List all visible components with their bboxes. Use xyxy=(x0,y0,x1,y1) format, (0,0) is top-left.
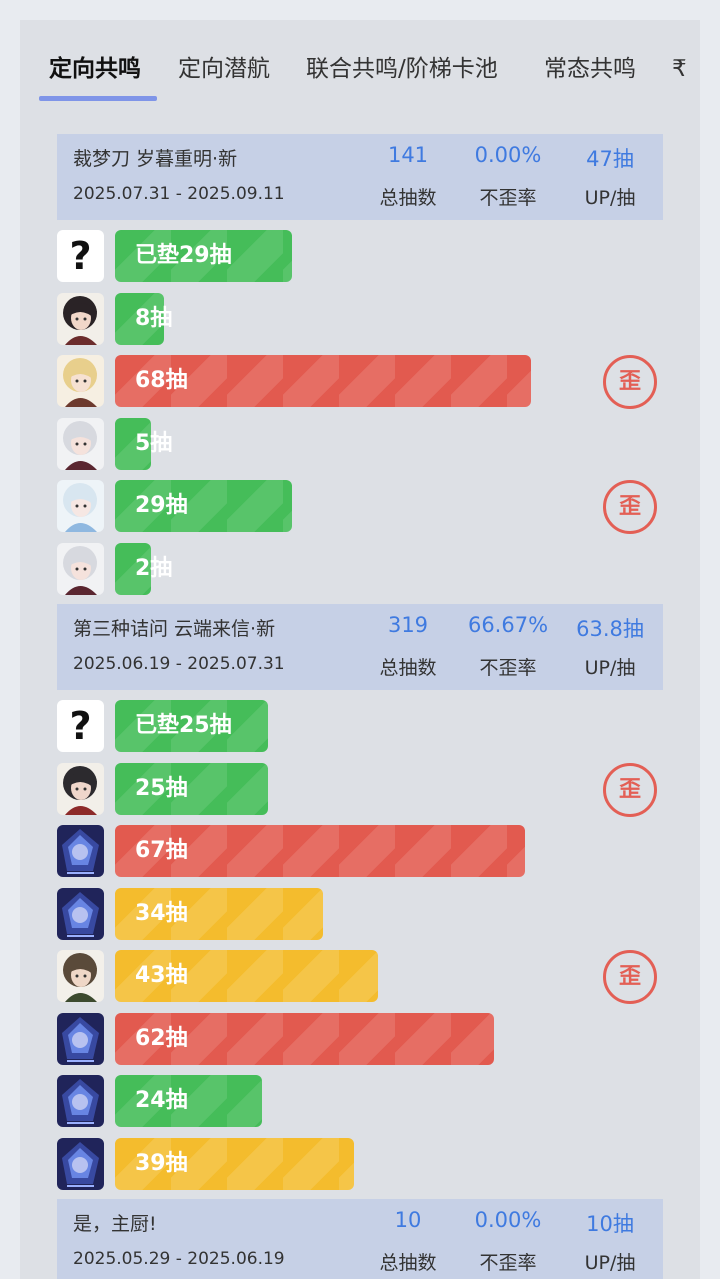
character-avatar xyxy=(57,1137,104,1190)
pull-count-label: 34抽 xyxy=(135,900,188,926)
total-pulls-value: 10 xyxy=(394,1208,422,1232)
pull-record-row[interactable]: 29抽 歪 xyxy=(57,480,663,534)
pull-count-label: 62抽 xyxy=(135,1025,188,1051)
pulls-per-up-value: 47抽 xyxy=(586,147,634,171)
pool-date-range: 2025.06.19 - 2025.07.31 xyxy=(73,654,285,674)
pull-record-row[interactable]: 68抽 歪 xyxy=(57,355,663,409)
pool-header[interactable]: 第三种诘问 云端来信·新 2025.06.19 - 2025.07.31 319 总抽… xyxy=(57,604,663,690)
pool-title: 是，主厨! xyxy=(73,1213,157,1235)
pulls-per-up-label: UP/抽 xyxy=(584,187,636,209)
total-pulls-label: 总抽数 xyxy=(379,1252,437,1274)
pull-record-row[interactable]: 43抽 歪 xyxy=(57,950,663,1004)
pull-record-row[interactable]: 62抽 xyxy=(57,1012,663,1066)
tab-targeted-dive[interactable]: 定向潜航 xyxy=(178,54,270,84)
pulls-per-up-value: 63.8抽 xyxy=(576,617,644,641)
pool-type-tabs: 定向共鸣 定向潜航 联合共鸣/阶梯卡池 常态共鸣 ₹ xyxy=(20,20,700,102)
active-tab-indicator xyxy=(39,96,157,101)
character-avatar xyxy=(57,950,104,1002)
tab-targeted-resonance[interactable]: 定向共鸣 xyxy=(49,54,141,84)
pull-count-label: 39抽 xyxy=(135,1150,188,1176)
no-off-rate-value: 66.67% xyxy=(467,613,549,637)
tab-standard-resonance[interactable]: 常态共鸣 xyxy=(544,54,636,84)
total-pulls-value: 141 xyxy=(387,143,429,167)
pull-record-row[interactable]: 67抽 xyxy=(57,825,663,878)
character-avatar xyxy=(57,355,104,407)
pulls-per-up-label: UP/抽 xyxy=(584,657,636,679)
tab-joint-resonance[interactable]: 联合共鸣/阶梯卡池 xyxy=(306,54,498,84)
pull-record-row[interactable]: 5抽 xyxy=(57,417,663,471)
pull-count-label: 24抽 xyxy=(135,1088,188,1113)
pull-count-label: 5抽 xyxy=(135,430,173,456)
total-pulls-label: 总抽数 xyxy=(379,187,437,209)
off-banner-badge: 歪 xyxy=(603,950,657,1004)
character-avatar xyxy=(57,825,104,877)
pull-record-row[interactable]: 8抽 xyxy=(57,292,663,346)
pool-date-range: 2025.07.31 - 2025.09.11 xyxy=(73,184,285,204)
pull-count-label: 已垫29抽 xyxy=(135,243,232,268)
pull-record-row[interactable]: ? 已垫29抽 xyxy=(57,230,663,283)
pull-count-label: 43抽 xyxy=(135,963,188,988)
tab-more-cutoff[interactable]: ₹ xyxy=(672,54,687,84)
character-avatar xyxy=(57,292,104,345)
character-avatar xyxy=(57,480,104,532)
pool-header[interactable]: 是，主厨! 2025.05.29 - 2025.06.19 10 总抽数 0.00% 不歪… xyxy=(57,1199,663,1279)
pull-count-label: 2抽 xyxy=(135,555,173,581)
off-banner-badge: 歪 xyxy=(603,762,657,817)
character-avatar xyxy=(57,887,104,940)
pull-count-label: 67抽 xyxy=(135,838,188,863)
pull-count-label: 68抽 xyxy=(135,368,188,393)
pull-record-row[interactable]: 2抽 xyxy=(57,542,663,596)
character-avatar xyxy=(57,1012,104,1065)
total-pulls-value: 319 xyxy=(387,613,429,637)
pull-count-label: 25抽 xyxy=(135,775,188,801)
off-banner-badge: 歪 xyxy=(603,355,657,409)
pull-record-row[interactable]: 34抽 xyxy=(57,887,663,941)
off-banner-badge: 歪 xyxy=(603,480,657,534)
pull-record-row[interactable]: 24抽 xyxy=(57,1075,663,1128)
pull-record-row[interactable]: ? 已垫25抽 xyxy=(57,700,663,753)
character-avatar xyxy=(57,1075,104,1127)
unknown-character-icon: ? xyxy=(57,230,104,282)
pull-count-label: 29抽 xyxy=(135,493,188,518)
character-avatar xyxy=(57,542,104,595)
pool-header[interactable]: 裁梦刀 岁暮重明·新 2025.07.31 - 2025.09.11 141 总抽数 0… xyxy=(57,134,663,220)
pull-count-label: 已垫25抽 xyxy=(135,713,232,738)
unknown-character-icon: ? xyxy=(57,700,104,752)
character-avatar xyxy=(57,762,104,815)
character-avatar xyxy=(57,417,104,470)
pull-record-row[interactable]: 25抽 歪 xyxy=(57,762,663,817)
no-off-rate-label: 不歪率 xyxy=(479,1252,537,1274)
pool-date-range: 2025.05.29 - 2025.06.19 xyxy=(73,1249,285,1269)
no-off-rate-value: 0.00% xyxy=(474,1208,542,1232)
total-pulls-label: 总抽数 xyxy=(379,657,437,679)
pull-count-label: 8抽 xyxy=(135,305,173,331)
gacha-history-panel: 定向共鸣 定向潜航 联合共鸣/阶梯卡池 常态共鸣 ₹ 裁梦刀 岁暮重明·新 202… xyxy=(20,20,700,1279)
pulls-per-up-label: UP/抽 xyxy=(584,1252,636,1274)
no-off-rate-label: 不歪率 xyxy=(479,187,537,209)
pool-title: 裁梦刀 岁暮重明·新 xyxy=(73,148,238,170)
no-off-rate-label: 不歪率 xyxy=(479,657,537,679)
pool-title: 第三种诘问 云端来信·新 xyxy=(73,618,276,640)
pulls-per-up-value: 10抽 xyxy=(586,1212,634,1236)
no-off-rate-value: 0.00% xyxy=(474,143,542,167)
pull-record-row[interactable]: 39抽 xyxy=(57,1137,663,1191)
